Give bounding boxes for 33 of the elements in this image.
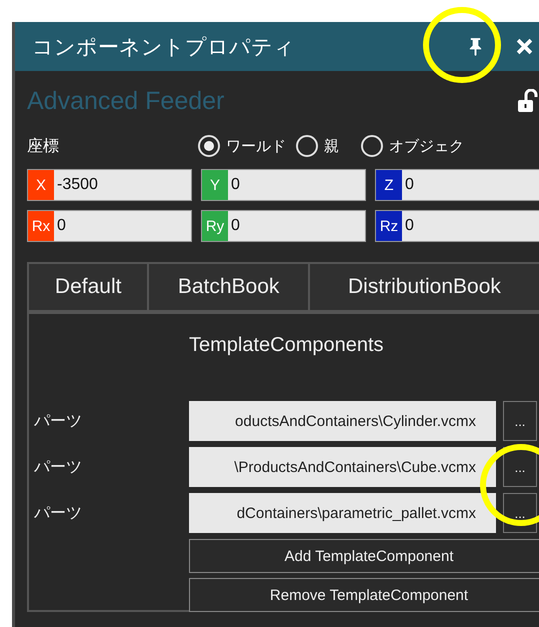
axis-label: X xyxy=(28,170,54,200)
component-name: Advanced Feeder xyxy=(27,86,226,116)
axis-label: Ry xyxy=(202,211,228,241)
padlock-icon[interactable] xyxy=(517,89,539,113)
coordinate-field[interactable]: Y 0 xyxy=(201,169,366,201)
part-label: パーツ xyxy=(34,456,82,478)
file-path-field[interactable]: \ProductsAndContainers\Cube.vcmx xyxy=(189,447,496,487)
coordinate-field[interactable]: Ry 0 xyxy=(201,210,366,242)
browse-button[interactable]: ... xyxy=(503,401,537,441)
action-button[interactable]: Remove TemplateComponent xyxy=(189,578,539,612)
coordinate-field[interactable]: X -3500 xyxy=(27,169,192,201)
radio-option[interactable]: オブジェク xyxy=(361,135,464,157)
file-path-field[interactable]: oductsAndContainers\Cylinder.vcmx xyxy=(189,401,496,441)
part-label: パーツ xyxy=(34,502,82,524)
radio-option[interactable]: ワールド xyxy=(198,135,286,157)
tab[interactable]: DistributionBook xyxy=(308,262,539,312)
part-label: パーツ xyxy=(34,410,82,432)
section-title: TemplateComponents xyxy=(189,334,385,357)
window-title: コンポーネントプロパティ xyxy=(32,34,296,60)
file-path-field[interactable]: dContainers\parametric_pallet.vcmx xyxy=(189,493,496,533)
close-icon[interactable] xyxy=(516,38,533,55)
tab[interactable]: BatchBook xyxy=(147,262,308,312)
axis-label: Rz xyxy=(376,211,402,241)
axis-label: Y xyxy=(202,170,228,200)
axis-label: Z xyxy=(376,170,402,200)
coordinate-field[interactable]: Rx 0 xyxy=(27,210,192,242)
action-button[interactable]: Add TemplateComponent xyxy=(189,539,539,573)
coordinate-field[interactable]: Z 0 xyxy=(375,169,539,201)
coordinates-label: 座標 xyxy=(27,136,60,156)
tab[interactable]: Default xyxy=(27,262,148,312)
pin-icon[interactable] xyxy=(468,37,483,56)
coordinate-field[interactable]: Rz 0 xyxy=(375,210,539,242)
axis-label: Rx xyxy=(28,211,54,241)
